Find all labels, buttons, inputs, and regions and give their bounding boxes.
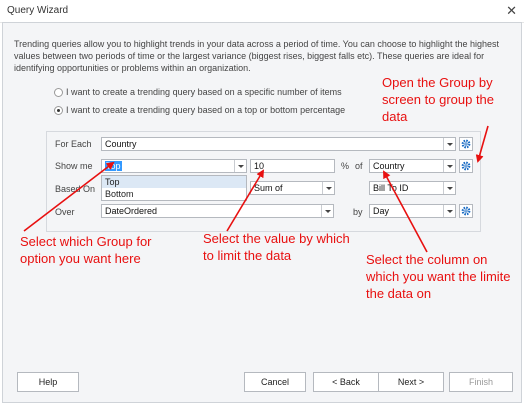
annotation-select-value: Select the value by which to limit the d…: [203, 231, 350, 263]
annotation-select-column: Select the column on which you want the …: [366, 252, 511, 301]
arrow-to-amount: [226, 169, 265, 232]
help-button[interactable]: Help: [17, 372, 79, 392]
annotation-select-group: Select which Group for option you want h…: [20, 234, 152, 266]
annotation-group-by: Open the Group by screen to group the da…: [382, 75, 495, 124]
cancel-button[interactable]: Cancel: [244, 372, 306, 392]
annotation-arrows: [23, 125, 489, 253]
arrow-to-group-by: [475, 125, 489, 163]
arrow-to-show-me: [23, 161, 115, 232]
back-button[interactable]: < Back: [313, 372, 379, 392]
finish-button[interactable]: Finish: [449, 372, 513, 392]
next-button[interactable]: Next >: [378, 372, 444, 392]
arrow-to-column: [383, 170, 428, 253]
